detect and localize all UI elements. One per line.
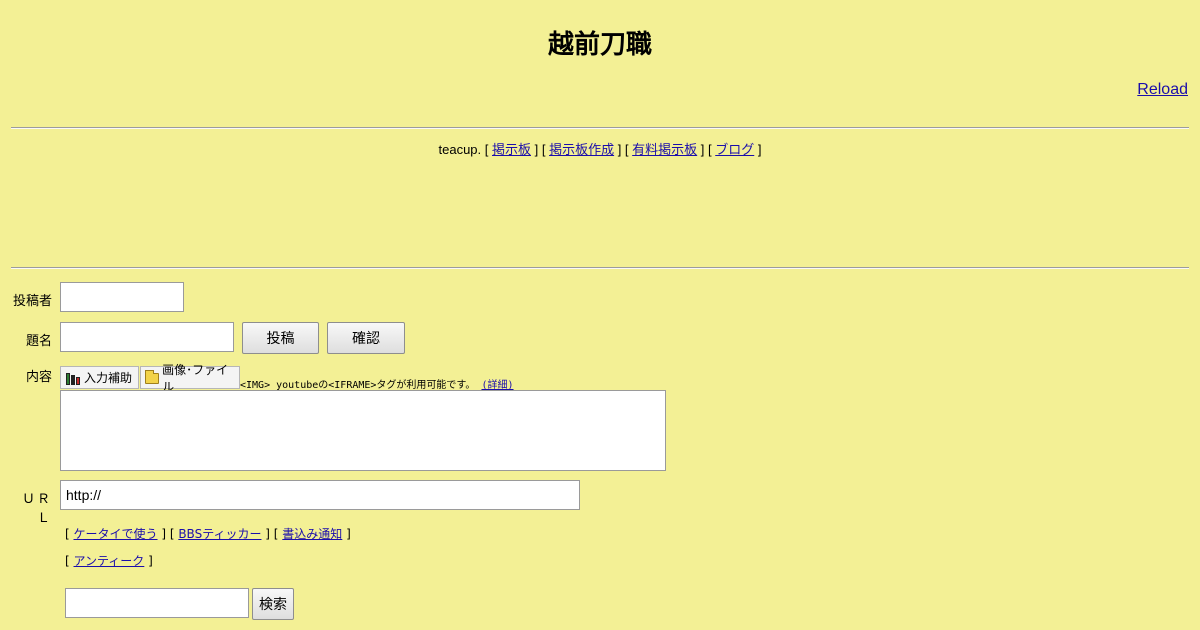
reload-link[interactable]: Reload [1137, 81, 1188, 99]
content-textarea[interactable] [60, 390, 666, 471]
antique-link[interactable]: アンティーク [74, 554, 145, 568]
nav-link-paid-board[interactable]: 有料掲示板 [632, 142, 697, 157]
mobile-link[interactable]: ケータイで使う [74, 527, 158, 541]
teacup-nav: teacup. [ 掲示板 ] [ 掲示板作成 ] [ 有料掲示板 ] [ ブロ… [438, 142, 762, 157]
divider-middle [11, 267, 1189, 269]
subject-input[interactable] [60, 322, 234, 352]
confirm-button[interactable]: 確認 [327, 322, 405, 354]
page: 越前刀職 Reload teacup. [ 掲示板 ] [ 掲示板作成 ] [ … [0, 0, 1200, 630]
post-button[interactable]: 投稿 [242, 322, 319, 354]
tag-hint: <IMG> youtubeの<IFRAME>タグが利用可能です。 (詳細) [240, 376, 514, 391]
page-title: 越前刀職 [547, 30, 652, 60]
nav-link-board[interactable]: 掲示板 [492, 142, 531, 157]
post-notify-link[interactable]: 書込み通知 [282, 527, 342, 541]
nav-brand: teacup. [438, 142, 482, 157]
pens-icon [65, 371, 81, 385]
author-input[interactable] [60, 282, 184, 312]
image-file-button[interactable]: 画像･ファイル [140, 363, 240, 394]
subject-label: 題名 [25, 334, 52, 349]
extra-links-row1: [ ケータイで使う ] [ BBSティッカー ] [ 書込み通知 ] [65, 527, 351, 541]
content-label: 内容 [25, 370, 52, 385]
nav-link-blog[interactable]: ブログ [715, 142, 754, 157]
input-assist-label: 入力補助 [84, 371, 133, 385]
nav-link-create-board[interactable]: 掲示板作成 [549, 142, 614, 157]
url-input[interactable] [60, 480, 580, 510]
divider-top [11, 127, 1189, 129]
url-label: ＵＲＬ [21, 492, 52, 526]
folder-icon [145, 370, 160, 384]
search-input[interactable] [65, 588, 249, 618]
input-assist-button[interactable]: 入力補助 [60, 366, 139, 389]
bbs-ticker-link[interactable]: BBSティッカー [178, 527, 261, 541]
extra-links-row2: [ アンティーク ] [65, 554, 153, 568]
author-label: 投稿者 [12, 294, 52, 309]
search-button[interactable]: 検索 [252, 588, 294, 620]
